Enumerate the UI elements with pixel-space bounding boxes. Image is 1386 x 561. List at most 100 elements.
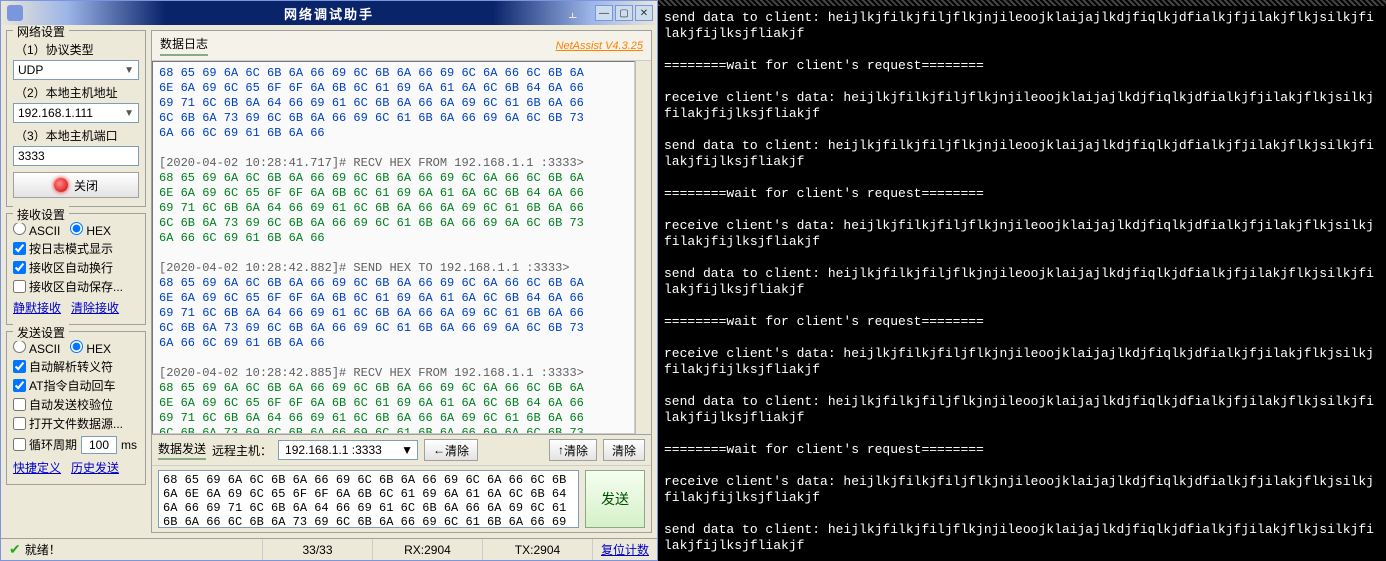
log-line: 69 71 6C 6B 6A 64 66 69 61 6C 6B 6A 66 6…: [159, 306, 628, 321]
terminal-line: [664, 506, 1380, 522]
terminal-line: send data to client: heijlkjfilkjfiljflk…: [664, 138, 1380, 170]
log-line: 6C 6B 6A 73 69 6C 6B 6A 66 69 6C 61 6B 6…: [159, 111, 628, 126]
log-line: 6E 6A 69 6C 65 6F 6F 6A 6B 6C 61 69 6A 6…: [159, 186, 628, 201]
scrollbar[interactable]: [635, 61, 651, 434]
log-line: 69 71 6C 6B 6A 64 66 69 61 6C 6B 6A 66 6…: [159, 201, 628, 216]
terminal-line: [664, 74, 1380, 90]
terminal-line: [664, 170, 1380, 186]
terminal-line: receive client's data: heijlkjfilkjfiljf…: [664, 474, 1380, 506]
remote-value: 192.168.1.1 :3333: [285, 443, 382, 457]
terminal-line: [664, 378, 1380, 394]
recv-ascii-radio[interactable]: ASCII: [13, 222, 60, 238]
log-line: 68 65 69 6A 6C 6B 6A 66 69 6C 6B 6A 66 6…: [159, 276, 628, 291]
group-network-settings: 网络设置 （1）协议类型 UDP ▼ （2）本地主机地址 192.168.1.1…: [6, 30, 146, 207]
terminal-line: send data to client: heijlkjfilkjfiljflk…: [664, 394, 1380, 426]
status-tx: TX:2904: [483, 539, 593, 560]
host-label: （2）本地主机地址: [15, 84, 139, 101]
log-line: 68 65 69 6A 6C 6B 6A 66 69 6C 6B 6A 66 6…: [159, 66, 628, 81]
minimize-button[interactable]: —: [595, 5, 613, 21]
maximize-button[interactable]: ▢: [615, 5, 633, 21]
group-title: 接收设置: [13, 206, 69, 223]
version-link[interactable]: NetAssist V4.3.25: [556, 40, 643, 52]
log-line: 68 65 69 6A 6C 6B 6A 66 69 6C 6B 6A 66 6…: [159, 171, 628, 186]
terminal-window[interactable]: send data to client: heijlkjfilkjfiljflk…: [658, 0, 1386, 561]
terminal-line: [664, 202, 1380, 218]
log-line: 6A 66 6C 69 61 6B 6A 66: [159, 231, 628, 246]
history-send-link[interactable]: 历史发送: [71, 459, 119, 476]
terminal-line: ========wait for client's request=======…: [664, 58, 1380, 74]
terminal-line: receive client's data: heijlkjfilkjfiljf…: [664, 218, 1380, 250]
terminal-line: [664, 330, 1380, 346]
log-line: 6C 6B 6A 73 69 6C 6B 6A 66 69 6C 61 6B 6…: [159, 426, 628, 434]
send-atcr-check[interactable]: AT指令自动回车: [13, 377, 139, 394]
cycle-check[interactable]: 循环周期: [13, 436, 77, 453]
proto-label: （1）协议类型: [15, 41, 139, 58]
sidebar: 网络设置 （1）协议类型 UDP ▼ （2）本地主机地址 192.168.1.1…: [6, 30, 146, 533]
port-input[interactable]: [13, 146, 139, 166]
pin-icon[interactable]: ⫠: [569, 5, 577, 22]
group-title: 网络设置: [13, 25, 69, 40]
send-button[interactable]: 发送: [585, 470, 645, 528]
status-count: 33/33: [263, 539, 373, 560]
send-ascii-radio[interactable]: ASCII: [13, 340, 60, 356]
recv-autosave-check[interactable]: 接收区自动保存...: [13, 278, 139, 295]
statusbar: ✔ 就绪！ 33/33 RX:2904 TX:2904 复位计数: [1, 538, 657, 560]
terminal-line: ========wait for client's request=======…: [664, 314, 1380, 330]
log-line: 6C 6B 6A 73 69 6C 6B 6A 66 69 6C 61 6B 6…: [159, 321, 628, 336]
close-connection-button[interactable]: 关闭: [13, 172, 139, 198]
netassist-window: 网络调试助手 ⫠ — ▢ ✕ 网络设置 （1）协议类型 UDP ▼ （2）本地主…: [0, 0, 658, 561]
up-clear-button[interactable]: ↑ 清除: [549, 439, 597, 461]
proto-value: UDP: [18, 63, 43, 77]
log-line: 6A 66 6C 69 61 6B 6A 66: [159, 336, 628, 351]
log-line: [2020-04-02 10:28:41.717]# RECV HEX FROM…: [159, 156, 628, 171]
send-textarea[interactable]: [158, 470, 579, 528]
clear-button[interactable]: 清除: [603, 439, 645, 461]
terminal-line: [664, 250, 1380, 266]
terminal-line: [664, 426, 1380, 442]
reset-count-link[interactable]: 复位计数: [593, 541, 657, 558]
silent-recv-link[interactable]: 静默接收: [13, 299, 61, 316]
recv-logmode-check[interactable]: 按日志模式显示: [13, 240, 139, 257]
log-line: 69 71 6C 6B 6A 64 66 69 61 6C 6B 6A 66 6…: [159, 96, 628, 111]
send-filedata-check[interactable]: 打开文件数据源...: [13, 415, 139, 432]
recv-hex-radio[interactable]: HEX: [70, 222, 111, 238]
terminal-line: receive client's data: heijlkjfilkjfiljf…: [664, 346, 1380, 378]
port-label: （3）本地主机端口: [15, 127, 139, 144]
send-hex-radio[interactable]: HEX: [70, 340, 111, 356]
proto-combo[interactable]: UDP ▼: [13, 60, 139, 80]
cycle-unit: ms: [121, 438, 137, 452]
chevron-down-icon: ▼: [124, 108, 134, 119]
terminal-line: [664, 298, 1380, 314]
terminal-line: [664, 122, 1380, 138]
app-icon: [7, 5, 23, 21]
cycle-input[interactable]: [81, 436, 117, 454]
group-recv-settings: 接收设置 ASCII HEX 按日志模式显示 接收区自动换行 接收区自动保存..…: [6, 213, 146, 325]
log-line: 6E 6A 69 6C 65 6F 6F 6A 6B 6C 61 69 6A 6…: [159, 291, 628, 306]
titlebar[interactable]: 网络调试助手 ⫠ — ▢ ✕: [1, 1, 657, 25]
log-line: 69 71 6C 6B 6A 64 66 69 61 6C 6B 6A 66 6…: [159, 411, 628, 426]
log-line: 6E 6A 69 6C 65 6F 6F 6A 6B 6C 61 69 6A 6…: [159, 396, 628, 411]
remote-host-combo[interactable]: 192.168.1.1 :3333 ▼: [278, 440, 418, 460]
log-line: 6C 6B 6A 73 69 6C 6B 6A 66 69 6C 61 6B 6…: [159, 216, 628, 231]
send-escape-check[interactable]: 自动解析转义符: [13, 358, 139, 375]
terminal-line: [664, 458, 1380, 474]
terminal-titlebar: [658, 0, 1386, 6]
record-icon: [54, 178, 68, 192]
log-line: [159, 246, 628, 261]
clear-recv-link[interactable]: 清除接收: [71, 299, 119, 316]
arrow-clear-button[interactable]: ← 清除: [424, 439, 478, 461]
log-area[interactable]: 68 65 69 6A 6C 6B 6A 66 69 6C 6B 6A 66 6…: [152, 61, 635, 434]
terminal-body: send data to client: heijlkjfilkjfiljflk…: [664, 10, 1380, 561]
ready-icon: ✔: [9, 541, 21, 558]
log-line: 68 65 69 6A 6C 6B 6A 66 69 6C 6B 6A 66 6…: [159, 381, 628, 396]
log-line: 6E 6A 69 6C 65 6F 6F 6A 6B 6C 61 69 6A 6…: [159, 81, 628, 96]
shortcut-def-link[interactable]: 快捷定义: [13, 459, 61, 476]
close-window-button[interactable]: ✕: [635, 5, 653, 21]
status-ready: 就绪！: [25, 541, 61, 558]
terminal-line: [664, 42, 1380, 58]
recv-autowrap-check[interactable]: 接收区自动换行: [13, 259, 139, 276]
terminal-line: send data to client: heijlkjfilkjfiljflk…: [664, 266, 1380, 298]
host-combo[interactable]: 192.168.1.111 ▼: [13, 103, 139, 123]
log-line: 6A 66 6C 69 61 6B 6A 66: [159, 126, 628, 141]
send-checksum-check[interactable]: 自动发送校验位: [13, 396, 139, 413]
